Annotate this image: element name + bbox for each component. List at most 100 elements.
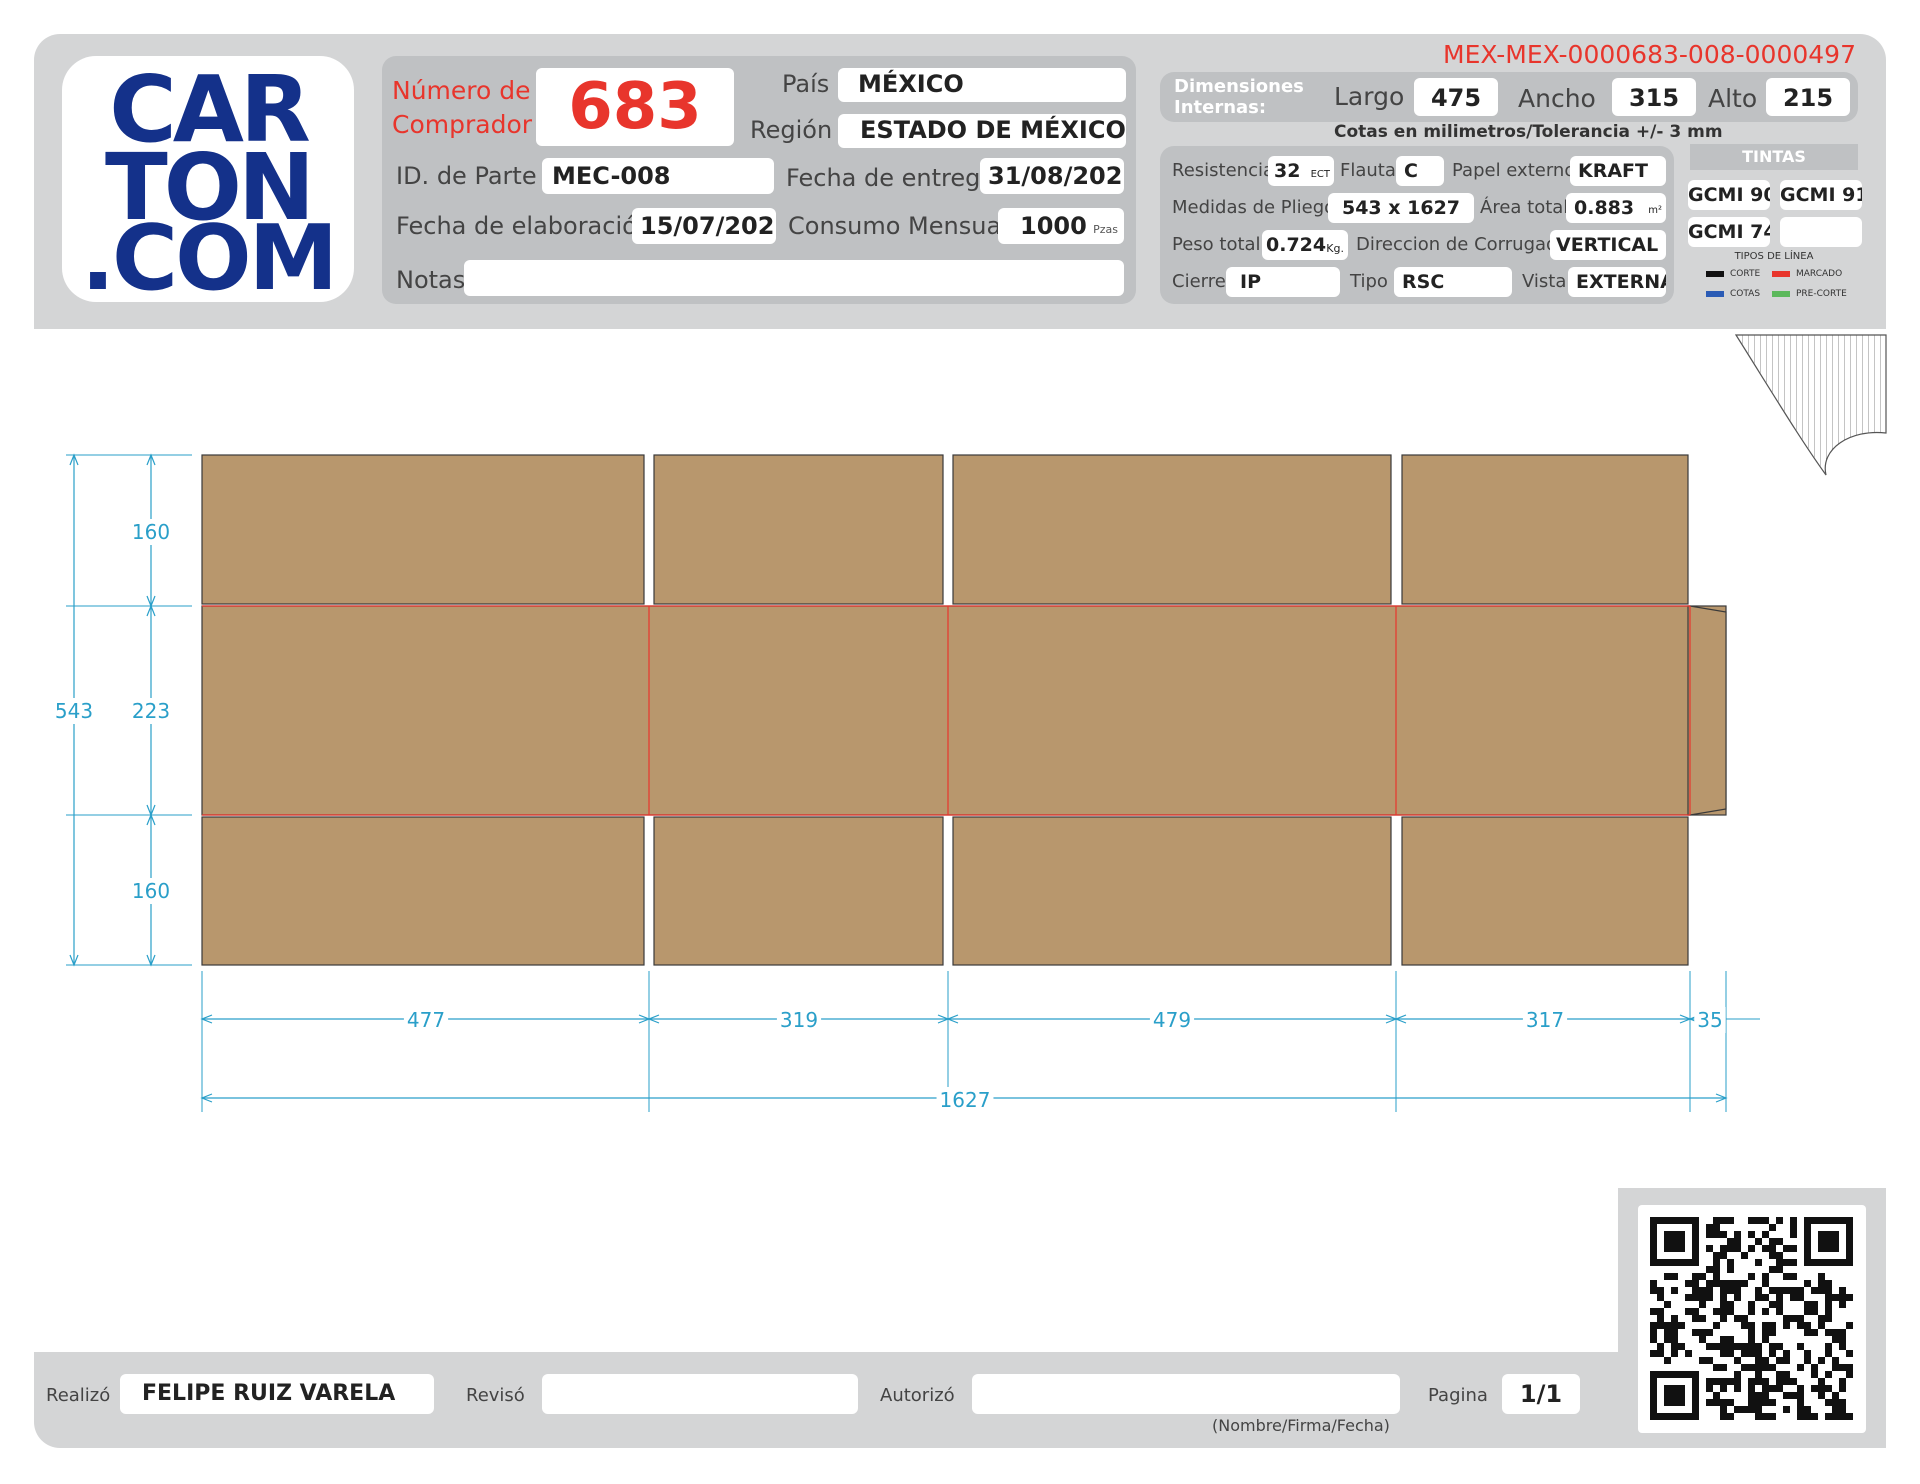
qr-module (1692, 1315, 1699, 1322)
qr-module (1699, 1287, 1706, 1294)
qr-module (1825, 1280, 1832, 1287)
qr-module (1657, 1294, 1664, 1301)
qr-module (1762, 1413, 1769, 1420)
dim-label-width-panel-1: 477 (407, 1008, 445, 1032)
qr-module (1713, 1322, 1720, 1329)
qr-module (1706, 1399, 1713, 1406)
qr-module (1762, 1308, 1769, 1315)
qr-module (1825, 1287, 1832, 1294)
dim-label-height-middle: 223 (132, 699, 170, 723)
qr-module (1839, 1385, 1846, 1392)
qr-module (1671, 1329, 1678, 1336)
qr-module (1657, 1315, 1664, 1322)
qr-module (1748, 1399, 1755, 1406)
qr-module (1727, 1413, 1734, 1420)
qr-module (1818, 1287, 1825, 1294)
qr-module (1839, 1399, 1846, 1406)
qr-module (1762, 1392, 1769, 1399)
qr-module (1748, 1350, 1755, 1357)
qr-module (1839, 1301, 1846, 1308)
qr-module (1741, 1364, 1748, 1371)
qr-module (1727, 1217, 1734, 1224)
qr-module (1797, 1385, 1804, 1392)
qr-module (1755, 1357, 1762, 1364)
qr-module (1790, 1245, 1797, 1252)
qr-module (1713, 1259, 1720, 1266)
dim-label-width-panel-3: 479 (1153, 1008, 1191, 1032)
qr-module (1748, 1336, 1755, 1343)
qr-module (1755, 1238, 1762, 1245)
qr-module (1818, 1385, 1825, 1392)
qr-module (1706, 1266, 1713, 1273)
qr-module (1783, 1378, 1790, 1385)
qr-module (1762, 1336, 1769, 1343)
qr-module (1699, 1294, 1706, 1301)
top-flap-1 (201, 454, 645, 605)
qr-module (1720, 1336, 1727, 1343)
qr-module (1811, 1301, 1818, 1308)
qr-module (1769, 1238, 1776, 1245)
qr-module (1776, 1252, 1783, 1259)
qr-module (1832, 1336, 1839, 1343)
qr-module (1741, 1280, 1748, 1287)
qr-module (1650, 1329, 1657, 1336)
realizo-field[interactable]: FELIPE RUIZ VARELA (120, 1374, 434, 1414)
qr-module (1692, 1329, 1699, 1336)
qr-module (1713, 1364, 1720, 1371)
qr-module (1839, 1294, 1846, 1301)
qr-module (1762, 1399, 1769, 1406)
qr-module (1650, 1350, 1657, 1357)
qr-module (1769, 1399, 1776, 1406)
qr-module (1832, 1399, 1839, 1406)
qr-module (1762, 1364, 1769, 1371)
qr-module (1748, 1308, 1755, 1315)
qr-module (1783, 1273, 1790, 1280)
qr-module (1832, 1329, 1839, 1336)
board-panels (201, 454, 1727, 966)
qr-module (1748, 1378, 1755, 1385)
qr-module (1762, 1385, 1769, 1392)
qr-module (1748, 1343, 1755, 1350)
qr-module (1755, 1350, 1762, 1357)
qr-module (1755, 1399, 1762, 1406)
autorizo-field[interactable] (972, 1374, 1400, 1414)
qr-module (1727, 1336, 1734, 1343)
qr-module (1818, 1357, 1825, 1364)
qr-module (1755, 1371, 1762, 1378)
qr-module (1699, 1357, 1706, 1364)
qr-module (1776, 1378, 1783, 1385)
qr-module (1741, 1406, 1748, 1413)
qr-module (1811, 1329, 1818, 1336)
qr-module (1671, 1343, 1678, 1350)
qr-module (1762, 1217, 1769, 1224)
qr-module (1776, 1357, 1783, 1364)
qr-module (1734, 1245, 1741, 1252)
qr-module (1839, 1406, 1846, 1413)
qr-module (1657, 1322, 1664, 1329)
dim-label-width-flap: 35 (1697, 1008, 1722, 1032)
qr-module (1839, 1336, 1846, 1343)
qr-module (1797, 1364, 1804, 1371)
qr-module (1769, 1385, 1776, 1392)
qr-module (1776, 1294, 1783, 1301)
qr-module (1657, 1308, 1664, 1315)
qr-module (1797, 1294, 1804, 1301)
qr-module (1713, 1308, 1720, 1315)
qr-module (1755, 1364, 1762, 1371)
qr-module (1762, 1280, 1769, 1287)
qr-module (1657, 1343, 1664, 1350)
qr-module (1727, 1259, 1734, 1266)
qr-module (1650, 1308, 1657, 1315)
reviso-field[interactable] (542, 1374, 858, 1414)
bottom-flap-1 (201, 816, 645, 966)
qr-module (1734, 1371, 1741, 1378)
qr-module (1825, 1294, 1832, 1301)
qr-module (1727, 1350, 1734, 1357)
qr-module (1692, 1280, 1699, 1287)
qr-module (1706, 1287, 1713, 1294)
qr-module (1783, 1357, 1790, 1364)
qr-module (1825, 1371, 1832, 1378)
qr-module (1804, 1301, 1811, 1308)
qr-module (1832, 1406, 1839, 1413)
dim-label-width-panel-2: 319 (780, 1008, 818, 1032)
